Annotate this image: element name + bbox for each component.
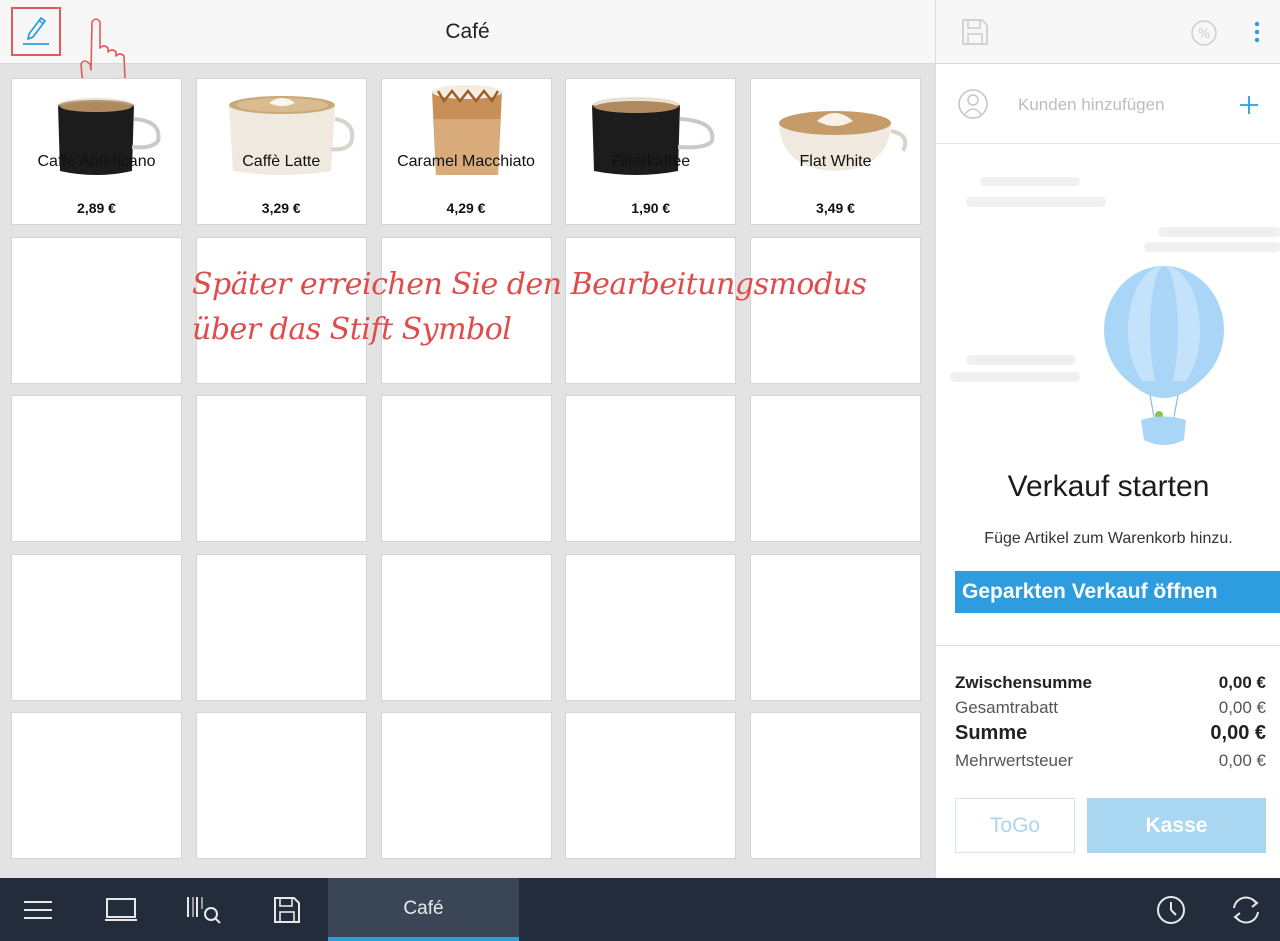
product-name: Caramel Macchiato	[397, 153, 535, 170]
empty-tile[interactable]	[12, 237, 181, 383]
sync-icon[interactable]	[1224, 878, 1268, 941]
subtotal-label: Zwischensumme	[955, 673, 1092, 692]
subtotal-value: 0,00 €	[1218, 673, 1266, 692]
annotation-line-2: über das Stift Symbol	[192, 312, 512, 347]
empty-tile[interactable]	[381, 713, 551, 858]
product-price: 3,49 €	[816, 200, 855, 216]
empty-tile[interactable]	[566, 554, 736, 700]
empty-tile[interactable]	[751, 554, 920, 700]
product-grid: Caffè Americano 2,89 € Caffè Latte 3,29 …	[12, 79, 920, 858]
empty-tile[interactable]	[12, 713, 181, 858]
product-tile[interactable]: Caffè Latte 3,29 €	[196, 79, 366, 224]
category-title: Café	[445, 20, 490, 43]
empty-tile[interactable]	[381, 554, 551, 700]
empty-tile[interactable]	[381, 396, 551, 541]
discount-value: 0,00 €	[1218, 698, 1266, 717]
tax-label: Mehrwertsteuer	[955, 751, 1074, 770]
cart-header: %	[936, 0, 1280, 64]
tutorial-annotation: Später erreichen Sie den Bearbeitungsmod…	[192, 262, 867, 352]
product-tile[interactable]: Caffè Americano 2,89 €	[12, 79, 181, 224]
register-icon[interactable]	[100, 878, 142, 941]
subtotal-row: Zwischensumme 0,00 €	[955, 673, 1266, 693]
product-tile[interactable]: Flat White 3,49 €	[751, 79, 920, 224]
product-tile[interactable]: Caramel Macchiato 4,29 €	[381, 79, 551, 224]
more-menu-icon[interactable]	[1244, 16, 1270, 48]
history-clock-icon[interactable]	[1150, 878, 1192, 941]
add-customer-label: Kunden hinzufügen	[1018, 95, 1165, 114]
product-tile[interactable]: Filterkaffee 1,90 €	[566, 79, 736, 224]
product-price: 2,89 €	[77, 200, 116, 216]
tax-row: Mehrwertsteuer 0,00 €	[955, 751, 1266, 771]
product-price: 3,29 €	[261, 200, 301, 216]
empty-tile[interactable]	[566, 713, 736, 858]
empty-tile[interactable]	[12, 396, 181, 541]
save-icon[interactable]	[958, 16, 992, 48]
tab-cafe[interactable]: Café	[328, 878, 519, 941]
product-name: Filterkaffee	[611, 153, 691, 170]
user-icon	[956, 87, 990, 121]
tax-value: 0,00 €	[1218, 751, 1266, 770]
empty-cart-title: Verkauf starten	[1007, 470, 1210, 503]
empty-tile[interactable]	[12, 554, 181, 700]
hamburger-menu-icon[interactable]	[18, 878, 58, 941]
discount-label: Gesamtrabatt	[955, 698, 1058, 717]
product-panel-header: Café	[0, 0, 935, 64]
product-name: Flat White	[799, 153, 872, 170]
open-parked-sale-button[interactable]: Geparkten Verkauf öffnen	[955, 571, 1280, 613]
sum-label: Summe	[955, 722, 1028, 744]
product-name: Caffè Americano	[37, 153, 156, 170]
hot-air-balloon-icon	[950, 177, 1280, 445]
plus-icon[interactable]	[1236, 92, 1262, 118]
discount-row: Gesamtrabatt 0,00 €	[955, 698, 1266, 718]
save-sale-icon[interactable]	[268, 878, 306, 941]
discount-icon[interactable]: %	[1188, 17, 1220, 49]
product-name: Caffè Latte	[242, 153, 321, 170]
empty-tile[interactable]	[566, 396, 736, 541]
product-price: 1,90 €	[631, 200, 671, 216]
product-price: 4,29 €	[446, 200, 486, 216]
add-customer-row[interactable]: Kunden hinzufügen	[936, 65, 1280, 144]
empty-tile[interactable]	[196, 396, 366, 541]
empty-tile[interactable]	[196, 713, 366, 858]
svg-text:%: %	[1198, 27, 1210, 42]
sum-value: 0,00 €	[1210, 722, 1266, 744]
product-panel: Café Caffè Americano 2,89 € Caffè Latte …	[0, 0, 935, 878]
annotation-line-1: Später erreichen Sie den Bearbeitungsmod…	[192, 267, 867, 302]
cart-panel: % Kunden hinzufügen Verkauf starten Füge…	[935, 0, 1280, 878]
togo-button[interactable]: ToGo	[955, 798, 1075, 853]
empty-tile[interactable]	[751, 396, 920, 541]
empty-tile[interactable]	[751, 713, 920, 858]
barcode-search-icon[interactable]	[182, 878, 226, 941]
empty-tile[interactable]	[196, 554, 366, 700]
bottom-navigation: Café	[0, 878, 1280, 941]
empty-cart-subtitle: Füge Artikel zum Warenkorb hinzu.	[984, 530, 1233, 547]
empty-cart-illustration	[936, 145, 1280, 645]
sum-row: Summe 0,00 €	[955, 722, 1266, 745]
checkout-button[interactable]: Kasse	[1087, 798, 1266, 853]
